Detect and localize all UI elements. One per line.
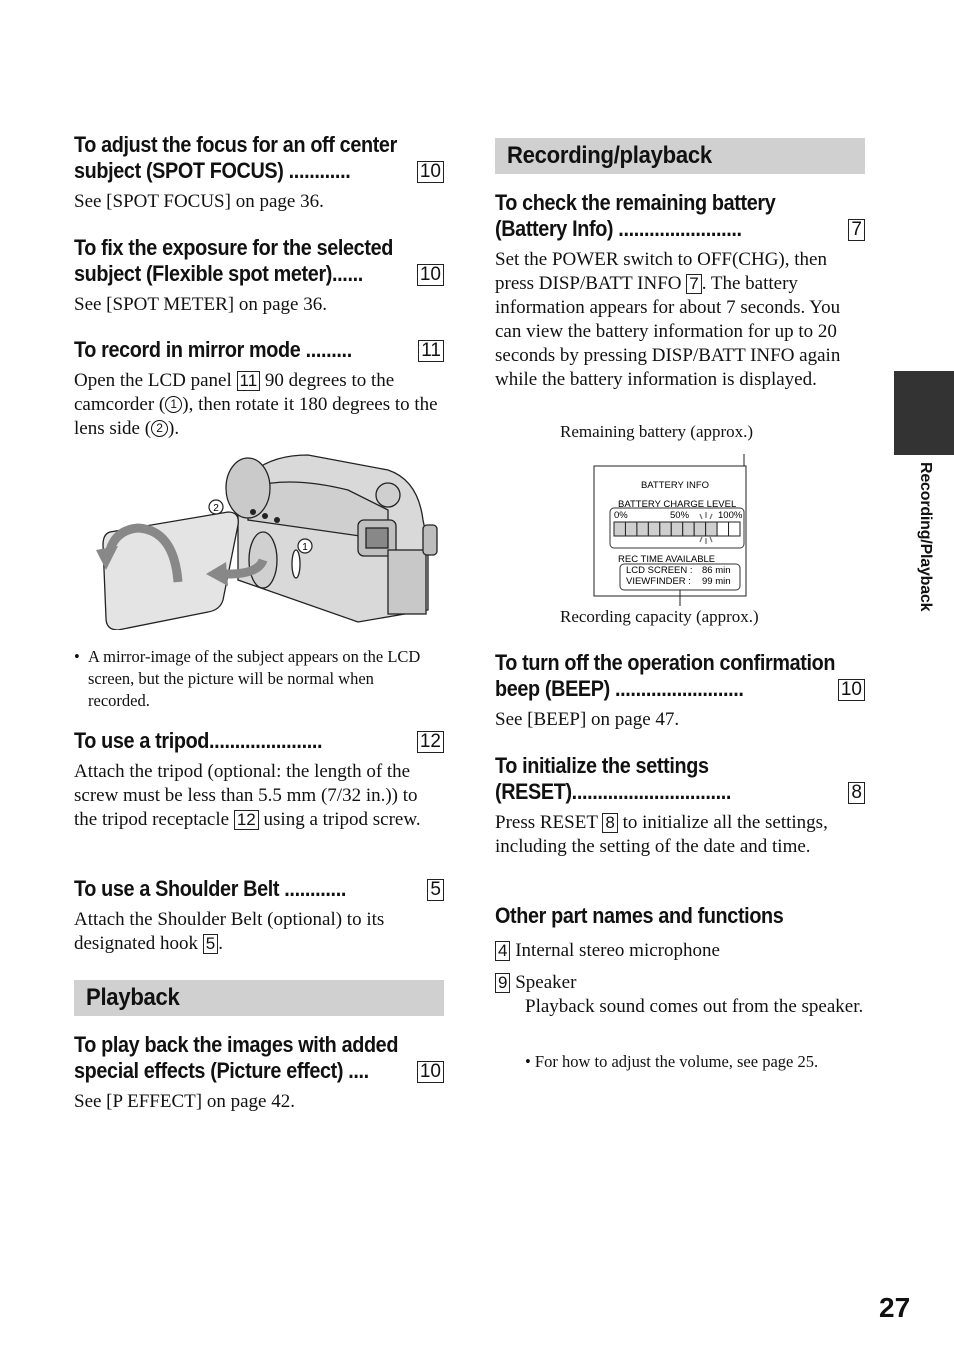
battery-info-screen: BATTERY INFO BATTERY CHARGE LEVEL 0% 50%… <box>593 454 747 606</box>
beep-heading-2: beep (BEEP) ......................... <box>495 676 744 701</box>
charge-segment-filled <box>670 521 684 537</box>
other-parts-section: Other part names and functions 4 Interna… <box>495 903 865 1071</box>
picture-effect-heading-2: special effects (Picture effect) .... <box>74 1058 369 1083</box>
spot-focus-section: To adjust the focus for an off center su… <box>74 132 444 212</box>
charge-segment-filled <box>659 521 672 537</box>
spot-focus-ref: 10 <box>416 161 444 183</box>
bullet: • <box>74 647 80 666</box>
charge-segment-filled <box>613 521 626 537</box>
picture-effect-ref: 10 <box>416 1061 444 1083</box>
charge-segment-filled <box>705 521 718 537</box>
playback-section-title: Playback <box>86 984 180 1011</box>
charge-segment-filled <box>636 521 649 537</box>
reset-heading-1: To initialize the settings <box>495 753 709 778</box>
screen-title: BATTERY INFO <box>641 480 709 491</box>
belt-body: Attach the Shoulder Belt (optional) to i… <box>74 909 385 954</box>
charge-segments <box>613 521 741 537</box>
rec-time-label: REC TIME AVAILABLE <box>618 554 715 565</box>
spot-meter-body: See [SPOT METER] on page 36. <box>74 294 327 315</box>
picture-effect-section: To play back the images with added speci… <box>74 1032 444 1112</box>
charge-segment-empty <box>716 521 730 537</box>
charge-segment-filled <box>624 521 638 537</box>
bullet: • <box>525 1052 531 1071</box>
speaker-detail: Playback sound comes out from the speake… <box>525 996 864 1017</box>
mirror-note: • A mirror-image of the subject appears … <box>74 647 421 710</box>
beep-heading-1: To turn off the operation confirmation <box>495 650 836 675</box>
inline-ref: 11 <box>236 371 261 391</box>
step-1-marker: 1 <box>165 396 183 413</box>
svg-text:1: 1 <box>302 542 308 553</box>
spot-focus-heading-2: subject (SPOT FOCUS) ............ <box>74 158 351 183</box>
playback-section-band: Playback <box>74 980 444 1016</box>
lcd-value: 86 min <box>702 565 731 576</box>
beep-body: See [BEEP] on page 47. <box>495 709 680 730</box>
picture-effect-body: See [P EFFECT] on page 42. <box>74 1091 295 1112</box>
mirror-heading: To record in mirror mode ......... <box>74 337 352 362</box>
spot-meter-ref: 10 <box>416 264 444 286</box>
tripod-ref: 12 <box>416 731 444 753</box>
part-ref: 4 <box>495 941 511 961</box>
inline-ref: 8 <box>602 813 618 833</box>
belt-heading: To use a Shoulder Belt ............ <box>74 876 346 901</box>
spot-focus-body: See [SPOT FOCUS] on page 36. <box>74 191 324 212</box>
inline-ref: 7 <box>686 274 702 294</box>
beep-ref: 10 <box>837 679 865 701</box>
scale-0: 0% <box>614 510 628 521</box>
reset-body: Press RESET 8 to initialize all the sett… <box>495 812 828 857</box>
battery-body: Set the POWER switch to OFF(CHG), then p… <box>495 249 841 390</box>
reset-ref: 8 <box>848 782 865 804</box>
part-item-microphone: 4 Internal stereo microphone <box>495 939 865 963</box>
tripod-heading: To use a tripod...................... <box>74 728 323 753</box>
vf-value: 99 min <box>702 576 731 587</box>
part-ref: 9 <box>495 973 511 993</box>
reset-heading-2: (RESET)............................... <box>495 779 732 804</box>
part-item-speaker: 9 Speaker Playback sound comes out from … <box>495 971 865 1019</box>
charge-segment-empty <box>728 521 741 537</box>
page-number: 27 <box>879 1292 911 1323</box>
charge-segment-filled <box>647 521 661 537</box>
charge-segment-filled <box>682 521 695 537</box>
recording-playback-title: Recording/playback <box>507 142 712 169</box>
battery-heading-2: (Battery Info) ........................ <box>495 216 742 241</box>
step-2-marker: 2 <box>151 420 169 437</box>
spot-meter-section: To fix the exposure for the selected sub… <box>74 235 444 315</box>
inline-ref: 12 <box>233 810 259 830</box>
recording-playback-band: Recording/playback <box>495 138 865 174</box>
inline-ref: 5 <box>202 934 219 954</box>
battery-heading-1: To check the remaining battery <box>495 190 776 215</box>
charge-segment-filled <box>693 521 707 537</box>
belt-ref: 5 <box>427 879 444 901</box>
volume-note: • For how to adjust the volume, see page… <box>525 1052 819 1071</box>
spot-focus-heading-1: To adjust the focus for an off center <box>74 132 397 157</box>
reset-section: To initialize the settings (RESET)......… <box>495 753 865 857</box>
scale-50: 50% <box>670 510 690 521</box>
battery-ref: 7 <box>848 219 865 241</box>
lcd-label: LCD SCREEN : <box>626 565 693 576</box>
vf-label: VIEWFINDER : <box>626 576 691 587</box>
beep-section: To turn off the operation confirmation b… <box>495 650 865 730</box>
picture-effect-heading-1: To play back the images with added <box>74 1032 399 1057</box>
battery-section: To check the remaining battery (Battery … <box>495 190 865 390</box>
remaining-battery-callout: Remaining battery (approx.) <box>560 422 754 441</box>
chapter-tab-label: Recording/Playback <box>917 462 934 612</box>
scale-100: 100% <box>718 510 743 521</box>
tripod-body: Attach the tripod (optional: the length … <box>74 761 421 830</box>
spot-meter-heading-2: subject (Flexible spot meter)...... <box>74 261 363 286</box>
spot-meter-heading-1: To fix the exposure for the selected <box>74 235 393 260</box>
mirror-body: Open the LCD panel 11 90 degrees to the … <box>74 370 438 439</box>
chapter-tab <box>894 371 954 455</box>
camcorder-figure: 2 1 <box>96 454 438 630</box>
mirror-ref: 11 <box>418 340 444 362</box>
other-parts-heading: Other part names and functions <box>495 903 784 928</box>
recording-capacity-callout: Recording capacity (approx.) <box>560 607 759 626</box>
svg-text:2: 2 <box>213 503 219 514</box>
